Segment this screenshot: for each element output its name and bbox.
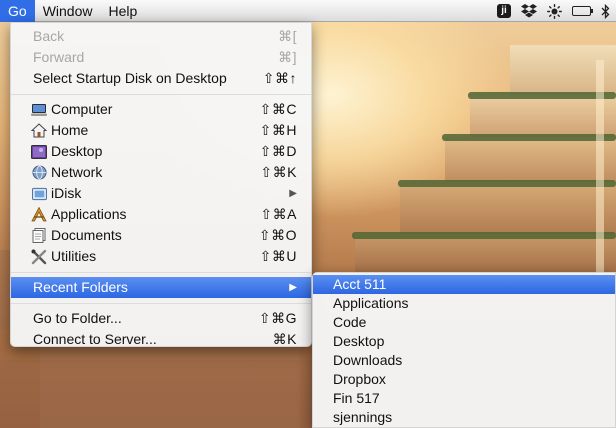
menu-item-label: Recent Folders — [33, 279, 128, 295]
computer-icon — [31, 102, 47, 118]
menu-item-label: Connect to Server... — [33, 331, 157, 347]
shortcut-computer: ⇧⌘C — [259, 101, 297, 117]
documents-icon — [31, 228, 47, 244]
shortcut-back: ⌘[ — [278, 28, 297, 44]
applications-icon — [31, 207, 47, 223]
recent-folder-item[interactable]: Dropbox — [313, 370, 615, 389]
network-icon — [31, 165, 47, 181]
shortcut-network: ⇧⌘K — [260, 164, 297, 180]
menu-item-documents[interactable]: Documents ⇧⌘O — [11, 225, 311, 246]
menu-item-desktop[interactable]: Desktop ⇧⌘D — [11, 141, 311, 162]
menu-item-label: Documents — [51, 227, 122, 243]
recent-folder-item[interactable]: Fin 517 — [313, 389, 615, 408]
menu-item-connect-to-server[interactable]: Connect to Server... ⌘K — [11, 329, 311, 350]
shortcut-desktop: ⇧⌘D — [259, 143, 297, 159]
shortcut-documents: ⇧⌘O — [258, 227, 297, 243]
menu-item-recent-folders[interactable]: Recent Folders ▶ — [11, 277, 311, 298]
menu-bar: Go Window Help ji — [0, 0, 616, 22]
menu-item-applications[interactable]: Applications ⇧⌘A — [11, 204, 311, 225]
utilities-icon — [31, 249, 47, 265]
menu-item-label: Select Startup Disk on Desktop — [33, 70, 227, 86]
menu-go[interactable]: Go — [0, 0, 35, 22]
menu-item-go-to-folder[interactable]: Go to Folder... ⇧⌘G — [11, 308, 311, 329]
recent-folder-item[interactable]: Desktop — [313, 332, 615, 351]
menu-item-idisk[interactable]: iDisk ▶ — [11, 183, 311, 204]
ji-label: ji — [497, 4, 511, 18]
menu-item-label: Network — [51, 164, 103, 180]
shortcut-forward: ⌘] — [278, 49, 297, 65]
idisk-icon — [31, 186, 47, 202]
recent-folders-submenu: Acct 511 Applications Code Desktop Downl… — [312, 272, 616, 428]
menu-item-back[interactable]: Back ⌘[ — [11, 26, 311, 47]
status-menu-extras: ji — [497, 0, 610, 22]
menu-item-label: iDisk — [51, 185, 82, 201]
brightness-icon[interactable] — [547, 3, 562, 19]
shortcut-go-to-folder: ⇧⌘G — [258, 310, 297, 326]
menu-item-network[interactable]: Network ⇧⌘K — [11, 162, 311, 183]
submenu-arrow-icon: ▶ — [289, 282, 297, 293]
bluetooth-icon[interactable] — [601, 3, 610, 19]
menu-item-label: Back — [33, 28, 65, 44]
menu-item-label: Utilities — [51, 248, 97, 264]
home-icon — [31, 123, 47, 139]
desktop-icon — [31, 144, 47, 160]
ji-icon[interactable]: ji — [497, 3, 511, 19]
menu-item-home[interactable]: Home ⇧⌘H — [11, 120, 311, 141]
shortcut-connect-to-server: ⌘K — [272, 331, 297, 347]
recent-folder-item[interactable]: Acct 511 — [313, 275, 615, 294]
shortcut-startup: ⇧⌘↑ — [262, 70, 297, 86]
shortcut-home: ⇧⌘H — [259, 122, 297, 138]
go-menu: Back ⌘[ Forward ⌘] Select Startup Disk o… — [10, 22, 312, 347]
menu-item-label: Desktop — [51, 143, 103, 159]
recent-folder-item[interactable]: sjennings — [313, 408, 615, 427]
shortcut-utilities: ⇧⌘U — [259, 248, 297, 264]
menu-help[interactable]: Help — [100, 0, 145, 22]
shortcut-applications: ⇧⌘A — [260, 206, 297, 222]
menu-separator — [11, 303, 311, 304]
submenu-arrow-icon: ▶ — [289, 188, 297, 199]
menu-item-select-startup-disk[interactable]: Select Startup Disk on Desktop ⇧⌘↑ — [11, 68, 311, 89]
recent-folder-item[interactable]: Applications — [313, 294, 615, 313]
menu-window[interactable]: Window — [35, 0, 101, 22]
menu-separator — [11, 272, 311, 273]
menu-item-label: Computer — [51, 101, 113, 117]
menu-item-label: Applications — [51, 206, 127, 222]
menu-item-label: Home — [51, 122, 89, 138]
recent-folder-item[interactable]: Downloads — [313, 351, 615, 370]
dropbox-icon[interactable] — [521, 3, 537, 19]
recent-folder-item[interactable]: Code — [313, 313, 615, 332]
battery-icon[interactable] — [572, 3, 593, 19]
menu-item-label: Go to Folder... — [33, 310, 122, 326]
menu-item-label: Forward — [33, 49, 85, 65]
menu-separator — [11, 94, 311, 95]
menu-item-forward[interactable]: Forward ⌘] — [11, 47, 311, 68]
menu-item-utilities[interactable]: Utilities ⇧⌘U — [11, 246, 311, 267]
menu-item-computer[interactable]: Computer ⇧⌘C — [11, 99, 311, 120]
